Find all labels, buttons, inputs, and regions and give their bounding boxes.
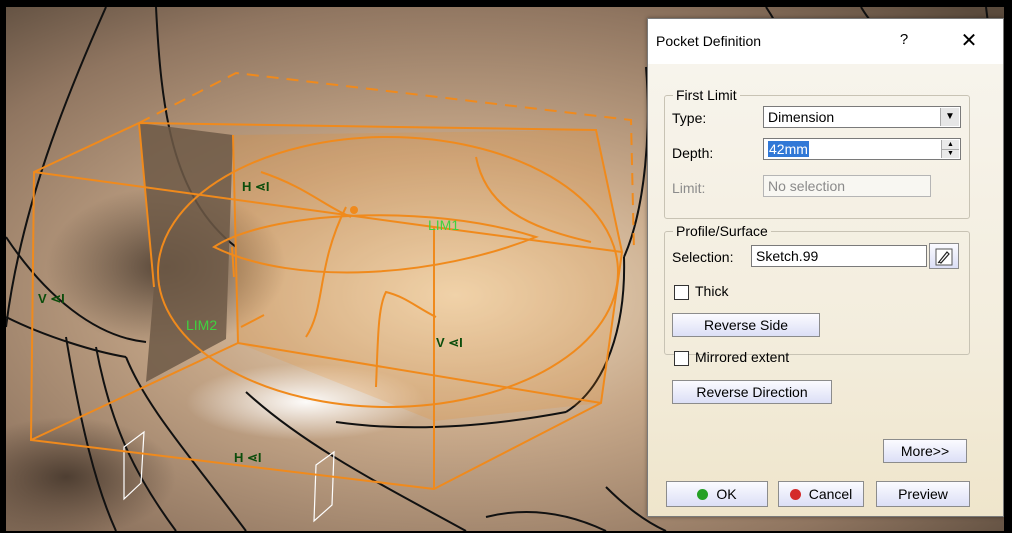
selection-input[interactable]: Sketch.99 <box>751 245 927 267</box>
profile-surface-legend: Profile/Surface <box>676 223 768 239</box>
depth-input[interactable]: 42mm ▲ ▼ <box>763 138 961 160</box>
cancel-button[interactable]: Cancel <box>778 481 864 507</box>
cancel-label: Cancel <box>808 486 853 502</box>
first-limit-legend: First Limit <box>676 87 737 103</box>
dialog-title: Pocket Definition <box>656 33 762 49</box>
thick-label[interactable]: Thick <box>695 283 728 299</box>
limit-input: No selection <box>763 175 931 197</box>
type-label: Type: <box>672 110 707 126</box>
ok-button[interactable]: OK <box>666 481 768 507</box>
constraint-label-v-right: V ⋖I <box>436 335 463 350</box>
help-button[interactable]: ? <box>894 31 914 51</box>
cancel-dot-icon <box>789 489 801 500</box>
constraint-label-h-top: H ⋖I <box>242 179 270 194</box>
limit-label-lim2[interactable]: LIM2 <box>186 317 217 333</box>
ok-dot-icon <box>697 489 709 500</box>
reverse-direction-button[interactable]: Reverse Direction <box>672 380 832 404</box>
spin-down-icon[interactable]: ▼ <box>942 149 959 158</box>
depth-value: 42mm <box>768 141 809 157</box>
preview-button[interactable]: Preview <box>876 481 970 507</box>
limit-label: Limit: <box>672 180 706 196</box>
close-button[interactable]: ✕ <box>954 28 984 54</box>
selection-label: Selection: <box>672 249 734 265</box>
constraint-label-h-bottom: H ⋖I <box>234 450 262 465</box>
constraint-label-v-left: V ⋖I <box>38 291 65 306</box>
depth-spinner[interactable]: ▲ ▼ <box>941 140 959 158</box>
thick-checkbox[interactable] <box>674 285 689 300</box>
depth-label: Depth: <box>672 145 714 161</box>
pocket-definition-dialog: Pocket Definition ? ✕ First Limit Type: … <box>647 18 1004 517</box>
reverse-side-button[interactable]: Reverse Side <box>672 313 820 337</box>
edit-sketch-button[interactable] <box>929 243 959 269</box>
dialog-body: First Limit Type: Dimension ▼ Depth: 42m… <box>648 64 1003 516</box>
title-bar[interactable]: Pocket Definition ? ✕ <box>648 19 1003 64</box>
profile-point <box>350 206 358 214</box>
more-button[interactable]: More>> <box>883 439 967 463</box>
chevron-down-icon[interactable]: ▼ <box>940 108 959 126</box>
pencil-sketch-icon <box>935 248 953 266</box>
ok-label: OK <box>716 486 737 502</box>
type-select[interactable]: Dimension ▼ <box>763 106 961 128</box>
mirrored-extent-checkbox[interactable] <box>674 351 689 366</box>
type-value: Dimension <box>768 109 835 125</box>
mirrored-extent-label[interactable]: Mirrored extent <box>695 349 789 365</box>
limit-label-lim1[interactable]: LIM1 <box>428 217 459 233</box>
